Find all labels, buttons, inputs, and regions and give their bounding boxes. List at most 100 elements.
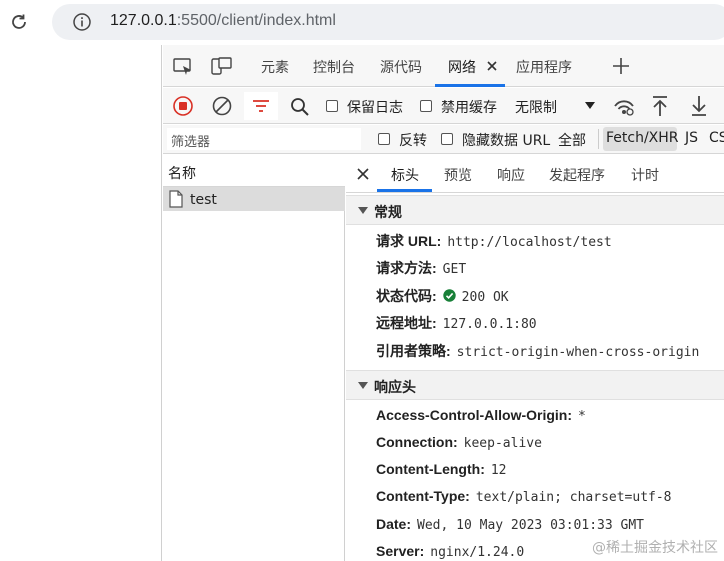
general-section-title: 常规 (374, 205, 402, 221)
reload-button[interactable] (6, 9, 32, 35)
response-header-row: Access-Control-Allow-Origin: * (376, 407, 586, 424)
tab-application[interactable]: 应用程序 (516, 57, 572, 77)
header-key: Access-Control-Allow-Origin: (376, 407, 573, 423)
import-har-icon[interactable] (651, 95, 669, 117)
record-icon[interactable] (172, 95, 194, 117)
request-list-header: 名称 (163, 155, 345, 187)
header-key: 引用者策略: (376, 343, 451, 359)
name-column-header[interactable]: 名称 (168, 163, 196, 183)
search-icon[interactable] (290, 97, 310, 117)
hide-data-urls-label: 隐藏数据 URL (462, 133, 551, 149)
export-har-icon[interactable] (690, 95, 708, 117)
devtools-panel: 元素 控制台 源代码 网络 应用程序 保留日志 禁用缓存 无限制 筛选器 反转 … (163, 45, 724, 561)
response-header-row: Connection: keep-alive (376, 434, 542, 451)
watermark: @稀土掘金技术社区 (592, 540, 718, 556)
filter-divider (598, 129, 599, 149)
request-details: 标头 预览 响应 发起程序 计时 常规 请求 URL: http://localh… (346, 155, 724, 561)
filter-input[interactable]: 筛选器 (167, 128, 361, 150)
tab-console[interactable]: 控制台 (313, 57, 355, 77)
add-tab-icon[interactable] (612, 57, 630, 75)
general-section-header[interactable]: 常规 (346, 195, 724, 225)
filter-fetch-xhr[interactable]: Fetch/XHR (603, 127, 679, 151)
reload-icon (12, 14, 26, 29)
header-value: 12 (490, 463, 507, 478)
header-value: * (578, 409, 586, 424)
invert-checkbox[interactable] (378, 133, 390, 145)
disable-cache-checkbox[interactable] (420, 100, 432, 112)
hide-data-urls-checkbox[interactable] (441, 133, 453, 145)
general-row: 请求 URL: http://localhost/test (376, 231, 612, 251)
response-header-row: Server: nginx/1.24.0 (376, 543, 524, 560)
header-value: 127.0.0.1:80 (442, 317, 537, 332)
general-row: 引用者策略: strict-origin-when-cross-origin (376, 341, 699, 361)
active-tab-indicator (435, 84, 505, 87)
general-row: 远程地址: 127.0.0.1:80 (376, 313, 537, 333)
filter-js[interactable]: JS (685, 130, 698, 146)
header-key: Connection: (376, 434, 458, 450)
throttling-value: 无限制 (515, 100, 557, 116)
header-value: strict-origin-when-cross-origin (456, 345, 700, 360)
status-ok-icon (442, 289, 456, 302)
header-key: 请求方法: (376, 260, 437, 276)
header-value: keep-alive (463, 436, 542, 451)
response-header-row: Content-Type: text/plain; charset=utf-8 (376, 488, 672, 505)
header-value: nginx/1.24.0 (430, 545, 525, 560)
tab-initiator[interactable]: 发起程序 (549, 165, 605, 185)
filter-all[interactable]: 全部 (558, 130, 586, 150)
url-text[interactable]: 127.0.0.1:5500/client/index.html (110, 12, 336, 30)
response-headers-section-header[interactable]: 响应头 (346, 370, 724, 400)
response-header-row: Date: Wed, 10 May 2023 03:01:33 GMT (376, 516, 644, 533)
network-toolbar: 保留日志 禁用缓存 无限制 (163, 88, 724, 124)
close-details-icon[interactable] (357, 168, 369, 180)
request-name: test (190, 192, 217, 208)
devtools-tab-bar: 元素 控制台 源代码 网络 应用程序 (163, 45, 724, 87)
preserve-log-label: 保留日志 (347, 100, 403, 116)
filter-bar: 筛选器 反转 隐藏数据 URL 全部 Fetch/XHR JS CSS (163, 125, 724, 154)
url-host: 127.0.0.1 (110, 12, 177, 29)
expand-triangle-icon (358, 382, 368, 389)
active-details-tab-indicator (377, 189, 432, 192)
header-value: 200 OK (461, 290, 509, 305)
header-key: Content-Type: (376, 488, 470, 504)
clear-icon[interactable] (211, 95, 233, 117)
network-conditions-icon[interactable] (613, 96, 635, 116)
header-key: 请求 URL: (376, 233, 442, 249)
details-tab-bar: 标头 预览 响应 发起程序 计时 (346, 155, 724, 193)
header-value: Wed, 10 May 2023 03:01:33 GMT (417, 518, 644, 533)
general-row: 请求方法: GET (376, 258, 466, 278)
header-value: text/plain; charset=utf-8 (475, 490, 672, 505)
filter-toggle[interactable] (244, 92, 278, 120)
device-toolbar-icon[interactable] (211, 57, 233, 77)
filter-placeholder: 筛选器 (171, 135, 211, 150)
tab-network[interactable]: 网络 (448, 57, 476, 77)
request-row[interactable]: test (163, 187, 345, 211)
expand-triangle-icon (358, 207, 368, 214)
response-header-row: Content-Length: 12 (376, 461, 507, 478)
request-list: 名称 test (163, 155, 345, 561)
filter-css[interactable]: CSS (709, 130, 724, 146)
header-key: Server: (376, 543, 425, 559)
header-key: Date: (376, 516, 412, 532)
preserve-log-checkbox[interactable] (326, 100, 338, 112)
address-bar[interactable]: 127.0.0.1:5500/client/index.html (52, 4, 724, 40)
filter-icon (253, 100, 269, 112)
header-key: 状态代码: (376, 288, 437, 304)
info-icon[interactable] (72, 12, 92, 32)
header-key: 远程地址: (376, 315, 437, 331)
tab-sources[interactable]: 源代码 (380, 57, 422, 77)
filter-fetch-xhr-label: Fetch/XHR (606, 130, 679, 146)
tab-preview[interactable]: 预览 (444, 165, 472, 185)
close-tab-icon[interactable] (487, 61, 497, 71)
tab-elements[interactable]: 元素 (261, 57, 289, 77)
header-key: Content-Length: (376, 461, 485, 477)
header-value: http://localhost/test (447, 235, 612, 250)
throttling-select[interactable]: 无限制 (509, 92, 603, 120)
tab-timing[interactable]: 计时 (631, 165, 659, 185)
page-content (0, 45, 162, 561)
tab-response[interactable]: 响应 (497, 165, 525, 185)
document-icon (169, 190, 183, 208)
tab-headers[interactable]: 标头 (391, 165, 419, 185)
invert-label: 反转 (399, 133, 427, 149)
disable-cache-label: 禁用缓存 (441, 100, 497, 116)
inspect-element-icon[interactable] (173, 58, 193, 76)
